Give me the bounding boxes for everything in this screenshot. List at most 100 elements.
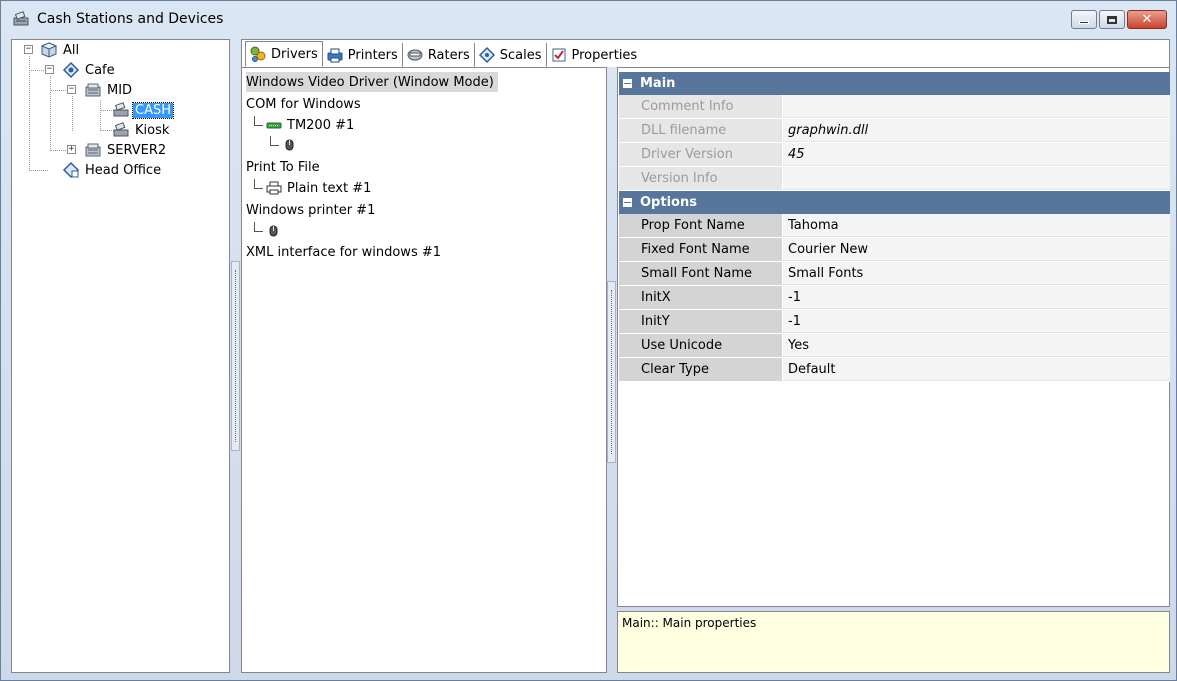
tree-line <box>50 90 68 91</box>
cash-register-icon <box>113 102 129 117</box>
property-row[interactable]: Small Font Name Small Fonts <box>619 262 1170 286</box>
tree-line <box>50 76 51 151</box>
property-value[interactable]: -1 <box>783 286 1170 309</box>
driver-item[interactable]: Windows printer #1 <box>246 200 375 220</box>
property-value[interactable]: Courier New <box>783 238 1170 261</box>
property-value[interactable]: 45 <box>783 143 1170 166</box>
property-name: InitY <box>619 310 783 333</box>
tab-label: Printers <box>347 47 398 63</box>
tree-line <box>50 150 68 151</box>
property-row[interactable]: Driver Version 45 <box>619 143 1170 167</box>
tree-node-label: Head Office <box>85 162 162 178</box>
property-row[interactable]: Fixed Font Name Courier New <box>619 238 1170 262</box>
property-row[interactable]: Clear Type Default <box>619 358 1170 382</box>
collapse-icon[interactable] <box>623 198 632 207</box>
driver-item[interactable]: COM for Windows <box>246 94 361 114</box>
property-value[interactable]: Tahoma <box>783 214 1170 237</box>
close-button[interactable]: ✕ <box>1127 10 1167 29</box>
printer-icon <box>327 48 343 63</box>
tree-node-all[interactable]: All <box>40 40 81 60</box>
minimize-icon <box>1079 21 1089 24</box>
expand-toggle[interactable]: + <box>67 145 76 154</box>
property-row[interactable]: DLL filename graphwin.dll <box>619 119 1170 143</box>
property-grid[interactable]: Main Comment Info DLL filename graphwin.… <box>617 67 1170 607</box>
close-icon: ✕ <box>1141 12 1153 27</box>
section-header-options[interactable]: Options <box>619 191 1170 214</box>
tree-node-cash[interactable]: CASH <box>112 100 174 120</box>
mouse-icon <box>285 139 294 151</box>
tree-elbow <box>270 136 279 146</box>
property-name: Version Info <box>619 167 783 190</box>
window-title: Cash Stations and Devices <box>37 11 224 27</box>
property-value[interactable]: Yes <box>783 334 1170 357</box>
collapse-icon[interactable] <box>623 79 632 88</box>
property-row[interactable]: Comment Info <box>619 95 1170 119</box>
property-value[interactable] <box>783 167 1170 190</box>
property-row[interactable]: InitX -1 <box>619 286 1170 310</box>
tree-node-label: CASH <box>132 101 174 119</box>
property-value[interactable]: Default <box>783 358 1170 381</box>
driver-label: Print To File <box>246 159 320 175</box>
driver-item[interactable]: Windows Video Driver (Window Mode) <box>246 72 498 92</box>
tree-node-cafe[interactable]: Cafe <box>62 60 117 80</box>
drivers-icon <box>250 46 266 62</box>
tree-elbow <box>254 179 263 189</box>
property-row[interactable]: Version Info <box>619 167 1170 191</box>
section-title: Main <box>640 76 676 91</box>
tab-scales[interactable]: Scales <box>475 43 547 67</box>
tree-line <box>29 56 30 171</box>
collapse-toggle[interactable]: − <box>45 65 54 74</box>
tab-drivers[interactable]: Drivers <box>245 41 323 67</box>
tree-node-label: SERVER2 <box>107 142 167 158</box>
tree-node-kiosk[interactable]: Kiosk <box>112 120 171 140</box>
section-title: Options <box>640 195 697 210</box>
tab-properties[interactable]: Properties <box>547 43 642 67</box>
station-tree[interactable]: − All − Cafe − MID CASH Kiosk + SERVER2 … <box>11 39 230 673</box>
property-value[interactable]: Small Fonts <box>783 262 1170 285</box>
driver-child-item[interactable] <box>254 221 287 241</box>
property-name: Fixed Font Name <box>619 238 783 261</box>
driver-item[interactable]: XML interface for windows #1 <box>246 242 441 262</box>
left-splitter[interactable] <box>231 261 240 451</box>
tree-node-mid[interactable]: MID <box>84 80 134 100</box>
property-row[interactable]: Prop Font Name Tahoma <box>619 214 1170 238</box>
property-row[interactable]: Use Unicode Yes <box>619 334 1170 358</box>
driver-child-item[interactable]: Plain text #1 <box>254 178 371 198</box>
tab-printers[interactable]: Printers <box>323 43 403 67</box>
property-name: InitX <box>619 286 783 309</box>
tree-node-server2[interactable]: SERVER2 <box>84 140 168 160</box>
collapse-toggle[interactable]: − <box>67 85 76 94</box>
driver-item[interactable]: Print To File <box>246 157 320 177</box>
tree-node-label: Cafe <box>85 62 115 78</box>
server-folder-icon <box>85 83 101 97</box>
minimize-button[interactable] <box>1071 10 1097 29</box>
tree-line <box>72 96 73 131</box>
maximize-button[interactable] <box>1099 10 1125 29</box>
tree-node-label: All <box>63 42 80 58</box>
collapse-toggle[interactable]: − <box>24 45 33 54</box>
tab-label: Drivers <box>271 46 318 62</box>
driver-child-item[interactable]: TM200 #1 <box>254 115 354 135</box>
tree-elbow <box>254 222 263 232</box>
property-value[interactable] <box>783 95 1170 118</box>
tab-raters[interactable]: Raters <box>403 43 475 67</box>
tab-strip: Drivers Printers Raters Scales Propertie… <box>241 39 1170 67</box>
network-cube-icon <box>40 42 58 58</box>
property-row[interactable]: InitY -1 <box>619 310 1170 334</box>
driver-child-item[interactable] <box>270 135 303 155</box>
title-bar[interactable]: Cash Stations and Devices ✕ <box>1 1 1176 37</box>
tree-node-head-office[interactable]: Head Office <box>62 160 163 180</box>
tree-line <box>29 70 46 71</box>
cash-register-icon <box>13 11 29 26</box>
property-value[interactable]: graphwin.dll <box>783 119 1170 142</box>
property-value[interactable]: -1 <box>783 310 1170 333</box>
driver-label: XML interface for windows #1 <box>246 244 442 260</box>
window-controls: ✕ <box>1071 10 1167 29</box>
property-name: Driver Version <box>619 143 783 166</box>
middle-splitter[interactable] <box>607 281 616 463</box>
printer-icon <box>266 181 282 195</box>
tab-label: Properties <box>571 47 638 63</box>
drivers-list[interactable]: Windows Video Driver (Window Mode) COM f… <box>241 67 607 673</box>
property-name: DLL filename <box>619 119 783 142</box>
section-header-main[interactable]: Main <box>619 72 1170 95</box>
